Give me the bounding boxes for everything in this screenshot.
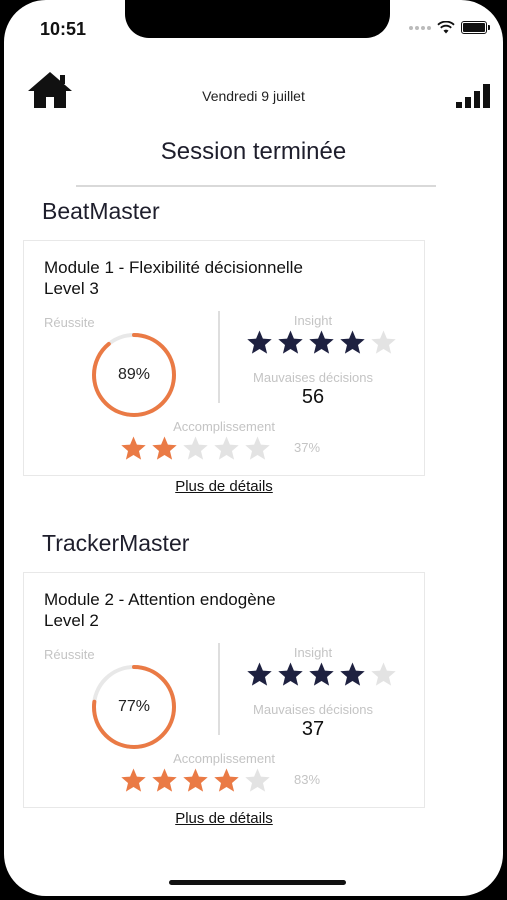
session-card: Module 1 - Flexibilité décisionnelle Lev…	[23, 240, 425, 476]
insight-stars	[246, 329, 397, 355]
star-icon	[340, 662, 365, 686]
accomplissement-percent: 83%	[294, 772, 321, 787]
details-link[interactable]: Plus de détails	[4, 810, 444, 827]
session-date: Vendredi 9 juillet	[202, 88, 305, 104]
mauvaises-decisions-value: 56	[301, 386, 325, 408]
accomplissement-percent: 37%	[294, 440, 321, 455]
title-divider	[76, 185, 436, 187]
module-name: Module 2 - Attention endogène	[44, 590, 276, 609]
star-icon	[278, 662, 303, 686]
star-icon	[121, 768, 146, 792]
star-icon	[245, 768, 270, 792]
star-icon	[121, 436, 146, 460]
star-icon	[183, 768, 208, 792]
star-icon	[309, 330, 334, 354]
mauvaises-decisions-label: Mauvaises décisions	[253, 702, 373, 717]
wifi-icon	[437, 21, 455, 34]
session-card: Module 2 - Attention endogène Level 2 Ré…	[23, 572, 425, 808]
star-icon	[309, 662, 334, 686]
stats-button[interactable]	[454, 80, 496, 110]
accomplissement-label: Accomplissement	[173, 751, 275, 766]
status-time: 10:51	[40, 19, 87, 39]
battery-icon	[461, 21, 490, 34]
insight-label: Insight	[293, 313, 333, 328]
insight-label: Insight	[293, 645, 333, 660]
mauvaises-decisions-value: 37	[301, 718, 325, 740]
accomplissement-stars	[120, 435, 271, 461]
insight-stars	[246, 661, 397, 687]
module-level: Level 3	[44, 279, 99, 298]
module-name: Module 1 - Flexibilité décisionnelle	[44, 258, 303, 277]
cellular-signal-icon	[409, 25, 431, 30]
star-icon	[183, 436, 208, 460]
exercise-title: TrackerMaster	[42, 530, 190, 556]
star-icon	[214, 436, 239, 460]
mauvaises-decisions-label: Mauvaises décisions	[253, 370, 373, 385]
star-icon	[214, 768, 239, 792]
bar-chart-icon	[456, 84, 490, 108]
details-link[interactable]: Plus de détails	[4, 478, 444, 495]
page-title: Session terminée	[160, 138, 347, 165]
module-level: Level 2	[44, 611, 99, 630]
star-icon	[247, 662, 272, 686]
star-icon	[278, 330, 303, 354]
star-icon	[371, 330, 396, 354]
module-title: Module 2 - Attention endogène Level 2	[44, 589, 276, 631]
status-icons	[409, 21, 490, 34]
notch	[125, 0, 390, 38]
star-icon	[152, 768, 177, 792]
star-icon	[152, 436, 177, 460]
star-icon	[371, 662, 396, 686]
accomplissement-stars	[120, 767, 271, 793]
exercise-title: BeatMaster	[42, 198, 160, 224]
star-icon	[245, 436, 270, 460]
star-icon	[340, 330, 365, 354]
accomplissement-label: Accomplissement	[173, 419, 275, 434]
module-title: Module 1 - Flexibilité décisionnelle Lev…	[44, 257, 303, 299]
phone-screen: 10:51 Vendredi 9 juillet Session terminé…	[4, 0, 503, 896]
star-icon	[247, 330, 272, 354]
home-indicator[interactable]	[169, 880, 346, 885]
